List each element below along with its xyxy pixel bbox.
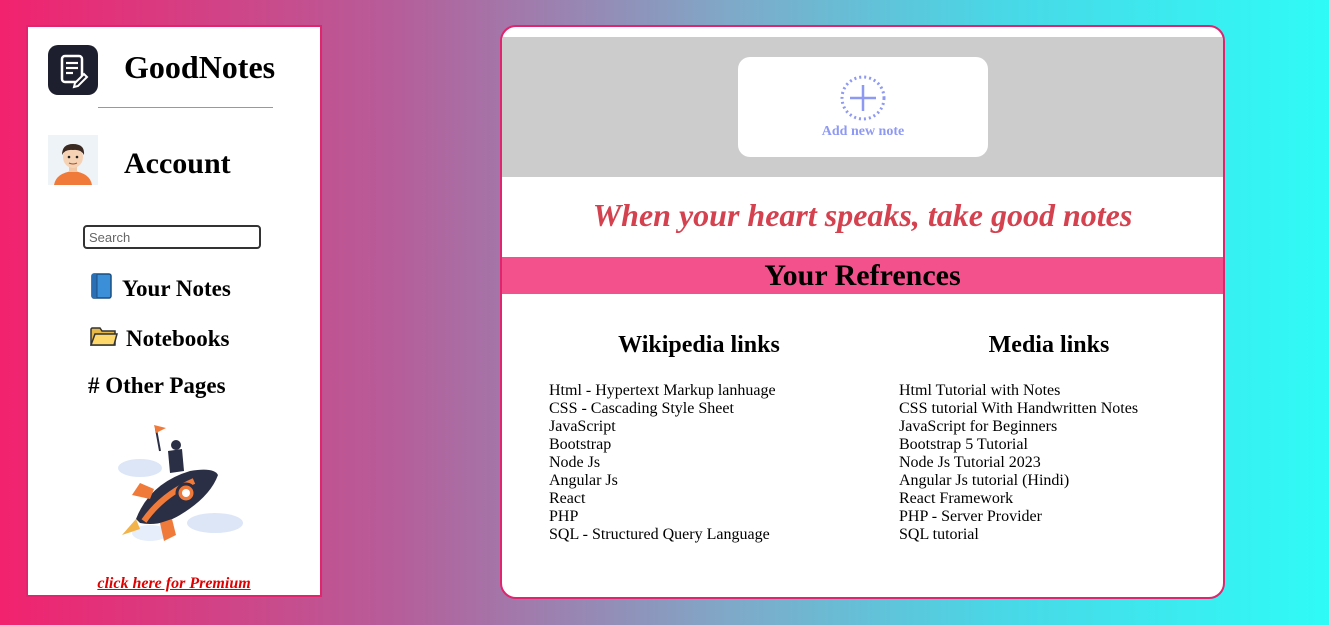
wikipedia-link[interactable]: Node Js (549, 454, 776, 472)
media-link[interactable]: JavaScript for Beginners (899, 418, 1138, 436)
premium-link[interactable]: click here for Premium (28, 575, 320, 593)
avatar[interactable] (48, 135, 98, 185)
media-link[interactable]: Node Js Tutorial 2023 (899, 454, 1138, 472)
divider (98, 107, 273, 108)
wikipedia-link[interactable]: Angular Js (549, 472, 776, 490)
wikipedia-link[interactable]: JavaScript (549, 418, 776, 436)
add-note-button[interactable]: Add new note (738, 57, 988, 157)
media-link[interactable]: React Framework (899, 490, 1138, 508)
media-links-list: Html Tutorial with Notes CSS tutorial Wi… (899, 382, 1138, 544)
add-note-band: Add new note (502, 37, 1223, 177)
sidebar-item-label: Notebooks (126, 326, 230, 351)
wikipedia-link[interactable]: Html - Hypertext Markup lanhuage (549, 382, 776, 400)
search-input[interactable] (83, 225, 261, 249)
media-link[interactable]: CSS tutorial With Handwritten Notes (899, 400, 1138, 418)
media-link[interactable]: Html Tutorial with Notes (899, 382, 1138, 400)
wikipedia-link[interactable]: CSS - Cascading Style Sheet (549, 400, 776, 418)
add-circle-icon (840, 75, 886, 121)
media-links-section: Media links Html Tutorial with Notes CSS… (899, 332, 1199, 543)
media-link[interactable]: Bootstrap 5 Tutorial (899, 436, 1138, 454)
wikipedia-link[interactable]: PHP (549, 508, 776, 526)
main-panel: Add new note When your heart speaks, tak… (500, 25, 1225, 599)
add-note-label: Add new note (821, 124, 905, 139)
sidebar-item-label: Your Notes (122, 276, 231, 301)
tagline: When your heart speaks, take good notes (592, 197, 1133, 233)
wikipedia-links-section: Wikipedia links Html - Hypertext Markup … (549, 332, 849, 543)
rocket-illustration (110, 423, 245, 548)
references-title: Your Refrences (502, 257, 1223, 294)
folder-icon (89, 325, 118, 353)
media-link[interactable]: PHP - Server Provider (899, 508, 1138, 526)
account-label[interactable]: Account (124, 147, 231, 181)
sidebar-item-other-pages[interactable]: # Other Pages (88, 373, 226, 399)
media-link[interactable]: Angular Js tutorial (Hindi) (899, 472, 1138, 490)
wikipedia-links-list: Html - Hypertext Markup lanhuage CSS - C… (549, 382, 776, 544)
wikipedia-link[interactable]: React (549, 490, 776, 508)
sidebar: GoodNotes Account Your Notes (26, 25, 322, 597)
app-title: GoodNotes (124, 49, 276, 85)
media-heading: Media links (988, 332, 1110, 358)
wikipedia-heading: Wikipedia links (618, 332, 780, 358)
sidebar-item-your-notes[interactable]: Your Notes (90, 273, 231, 305)
media-link[interactable]: SQL tutorial (899, 526, 1138, 544)
blue-book-icon (90, 273, 114, 305)
sidebar-item-notebooks[interactable]: Notebooks (89, 325, 230, 353)
sidebar-item-label: # Other Pages (88, 373, 226, 398)
wikipedia-link[interactable]: Bootstrap (549, 436, 776, 454)
notes-logo-icon[interactable] (48, 45, 98, 95)
wikipedia-link[interactable]: SQL - Structured Query Language (549, 526, 776, 544)
